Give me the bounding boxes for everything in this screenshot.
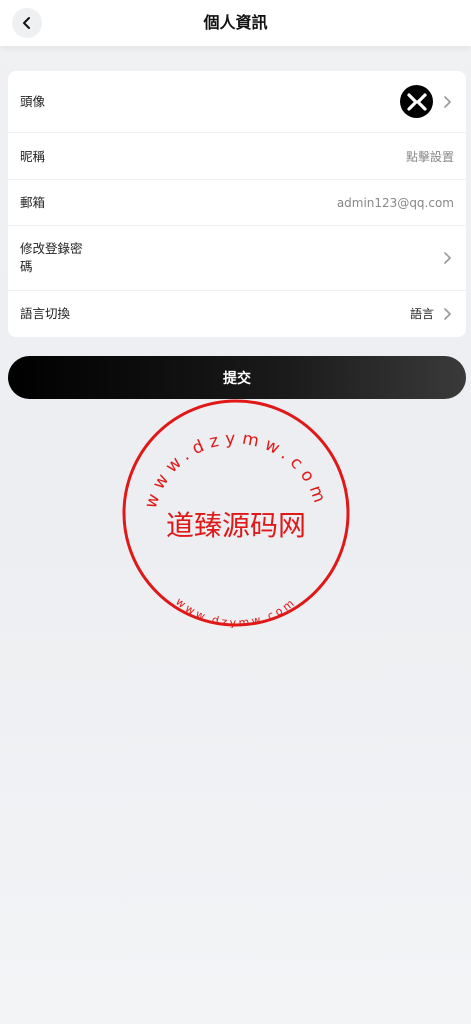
change-password-label: 修改登錄密 碼 (20, 241, 83, 274)
chevron-right-icon (444, 308, 451, 320)
language-value: 語言 (409, 307, 434, 321)
profile-settings-card: 頭像 昵稱 點擊設置 郵箱 admin123@qq.com 修改登錄密 碼 語言… (8, 71, 466, 337)
email-label: 郵箱 (20, 195, 46, 210)
nickname-row[interactable]: 昵稱 點擊設置 (8, 133, 466, 180)
chevron-right-icon (444, 96, 451, 108)
avatar-label: 頭像 (20, 94, 46, 109)
email-row: 郵箱 admin123@qq.com (8, 180, 466, 226)
stamp-ring-text-bottom: www.dzymw.com (173, 595, 299, 628)
stamp-ring-text-top: www.dzymw.com (141, 429, 331, 511)
page-title: 個人資訊 (203, 13, 268, 32)
avatar[interactable] (400, 85, 433, 118)
watermark-stamp: www.dzymw.com www.dzymw.com 道臻源码网 (122, 399, 350, 628)
language-label: 語言切換 (20, 306, 71, 321)
chevron-right-icon (444, 252, 451, 264)
top-nav-bar: 個人資訊 (0, 0, 471, 46)
language-row[interactable]: 語言切換 語言 (8, 291, 466, 337)
avatar-row[interactable]: 頭像 (8, 71, 466, 133)
avatar-logo-icon (406, 92, 427, 111)
change-password-row[interactable]: 修改登錄密 碼 (8, 226, 466, 291)
email-value: admin123@qq.com (336, 196, 454, 210)
nickname-label: 昵稱 (20, 149, 46, 164)
nickname-value: 點擊設置 (405, 150, 454, 164)
stamp-center-text: 道臻源码网 (166, 509, 306, 542)
submit-button[interactable]: 提交 (8, 356, 466, 399)
